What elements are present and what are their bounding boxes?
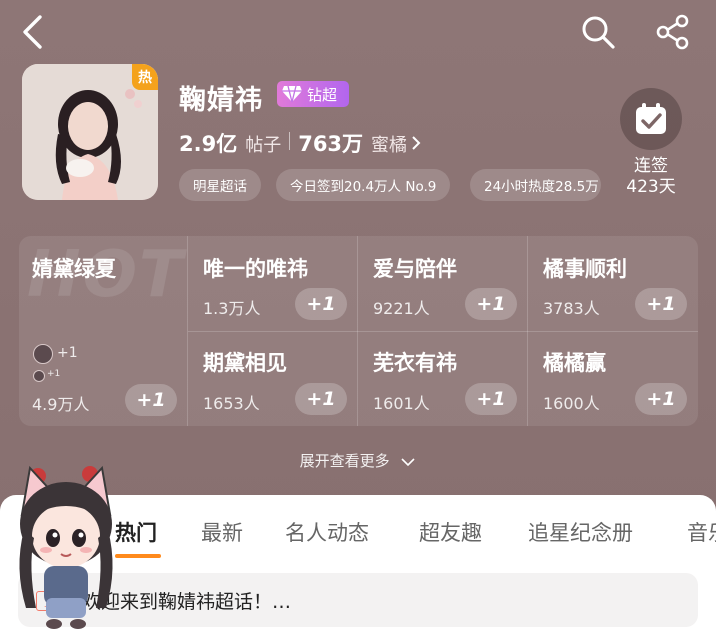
join-button[interactable]: +1 bbox=[635, 288, 687, 320]
group-card[interactable]: 爱与陪伴 9221人 +1 bbox=[358, 236, 528, 331]
member-plus-small: +1 bbox=[47, 369, 61, 379]
group-card[interactable]: 芜衣有祎 1601人 +1 bbox=[358, 332, 528, 426]
group-title: 橘橘赢 bbox=[543, 351, 606, 375]
fan-groups-panel: HOT 婧黛绿夏 +1 +1 4.9万人 +1 唯一的唯祎 1.3万人 +1 爱… bbox=[19, 236, 698, 426]
join-button[interactable]: +1 bbox=[295, 288, 347, 320]
share-icon[interactable] bbox=[655, 14, 691, 50]
join-button[interactable]: +1 bbox=[295, 383, 347, 415]
group-title: 婧黛绿夏 bbox=[32, 257, 116, 281]
topic-name: 鞠婧祎 bbox=[179, 85, 263, 116]
posts-count: 2.9亿 bbox=[179, 132, 238, 156]
topic-stats: 2.9亿 帖子 763万 蜜橘 bbox=[179, 128, 421, 157]
chip-star-topic[interactable]: 明星超话 bbox=[179, 169, 261, 201]
tab-music[interactable]: 音乐 bbox=[687, 517, 716, 547]
back-icon[interactable] bbox=[18, 14, 48, 50]
chip-heat[interactable]: 24小时热度28.5万 bbox=[470, 169, 601, 201]
diamond-icon bbox=[277, 81, 307, 107]
topic-header: 热 鞠婧祎 钻超 2.9亿 帖子 763万 蜜橘 明星超话 今日签到20.4万人… bbox=[22, 64, 702, 214]
join-button[interactable]: +1 bbox=[635, 383, 687, 415]
member-plus: +1 bbox=[57, 345, 78, 361]
group-title: 唯一的唯祎 bbox=[203, 257, 308, 281]
group-count: 4.9万人 bbox=[32, 395, 90, 414]
tab-super-fun[interactable]: 超友趣 bbox=[419, 517, 482, 547]
chevron-down-icon bbox=[400, 453, 416, 471]
posts-unit: 帖子 bbox=[245, 135, 282, 156]
group-title: 爱与陪伴 bbox=[373, 257, 457, 281]
group-count: 9221人 bbox=[373, 299, 430, 318]
topic-avatar[interactable]: 热 bbox=[22, 64, 158, 200]
chip-checkin-rank[interactable]: 今日签到20.4万人 No.9 bbox=[276, 169, 451, 201]
vip-badge[interactable]: 钻超 bbox=[277, 81, 349, 107]
hot-tag: 热 bbox=[132, 64, 158, 90]
group-card[interactable]: 橘橘赢 1600人 +1 bbox=[528, 332, 698, 426]
group-title: 期黛相见 bbox=[203, 351, 287, 375]
tab-celebrity-updates[interactable]: 名人动态 bbox=[285, 517, 369, 547]
featured-group[interactable]: HOT 婧黛绿夏 +1 +1 4.9万人 +1 bbox=[19, 236, 187, 426]
join-button[interactable]: +1 bbox=[465, 383, 517, 415]
group-card[interactable]: 橘事顺利 3783人 +1 bbox=[528, 236, 698, 331]
group-count: 1653人 bbox=[203, 394, 260, 413]
chevron-right-icon[interactable] bbox=[411, 135, 421, 156]
tab-fan-album[interactable]: 追星纪念册 bbox=[528, 517, 633, 547]
vip-badge-label: 钻超 bbox=[307, 85, 338, 104]
mascot-sticker[interactable] bbox=[8, 458, 124, 638]
group-count: 1.3万人 bbox=[203, 299, 261, 318]
calendar-check-icon bbox=[620, 88, 682, 150]
fans-count[interactable]: 763万 bbox=[298, 128, 363, 158]
checkin-button[interactable]: 连签 423天 bbox=[619, 88, 683, 198]
checkin-days: 423天 bbox=[626, 177, 676, 197]
member-avatar bbox=[33, 344, 53, 364]
fans-unit[interactable]: 蜜橘 bbox=[371, 131, 407, 157]
join-button[interactable]: +1 bbox=[465, 288, 517, 320]
checkin-label: 连签 bbox=[634, 156, 668, 176]
group-card[interactable]: 唯一的唯祎 1.3万人 +1 bbox=[188, 236, 358, 331]
search-icon[interactable] bbox=[580, 14, 616, 50]
group-title: 橘事顺利 bbox=[543, 257, 627, 281]
group-count: 3783人 bbox=[543, 299, 600, 318]
top-bar bbox=[0, 0, 716, 64]
stats-divider bbox=[289, 132, 291, 150]
expand-more-label: 展开查看更多 bbox=[299, 452, 390, 470]
group-count: 1601人 bbox=[373, 394, 430, 413]
join-button[interactable]: +1 bbox=[125, 384, 177, 416]
group-count: 1600人 bbox=[543, 394, 600, 413]
member-avatar-small bbox=[33, 370, 45, 382]
tab-latest[interactable]: 最新 bbox=[201, 517, 243, 547]
group-title: 芜衣有祎 bbox=[373, 351, 457, 375]
group-card[interactable]: 期黛相见 1653人 +1 bbox=[188, 332, 358, 426]
